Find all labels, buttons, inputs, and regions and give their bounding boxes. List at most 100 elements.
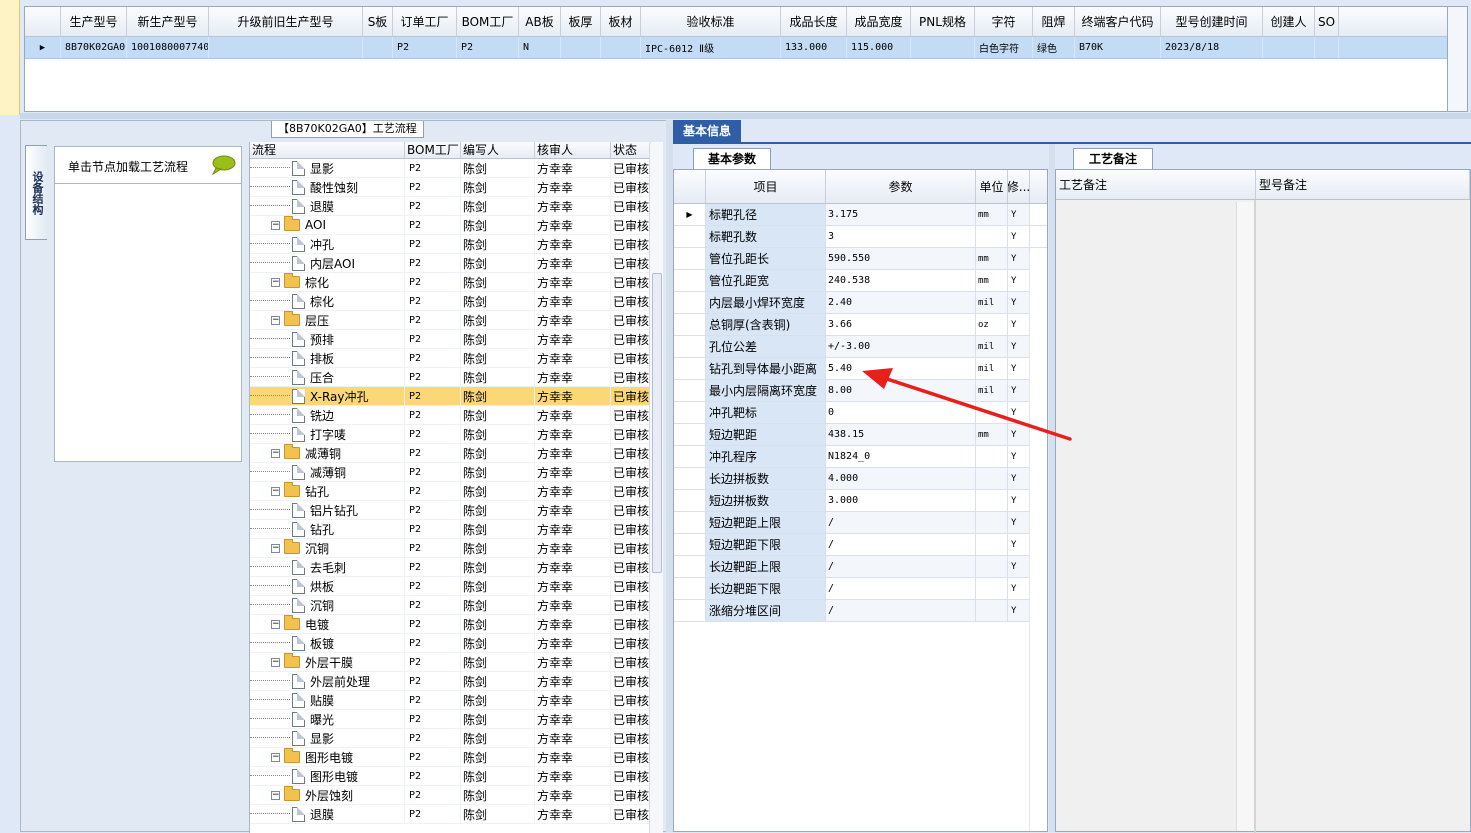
tree-row[interactable]: − AOI P2 陈剑 方幸幸 已审核	[250, 216, 663, 235]
collapse-icon[interactable]: −	[271, 486, 280, 496]
param-row[interactable]: 长边靶距下限 / Y	[674, 578, 1047, 600]
notes-column-header[interactable]: 工艺备注	[1056, 170, 1256, 199]
tree-row[interactable]: 贴膜 P2 陈剑 方幸幸 已审核	[250, 691, 663, 710]
tree-row[interactable]: 退膜 P2 陈剑 方幸幸 已审核	[250, 805, 663, 824]
tree-row[interactable]: 沉铜 P2 陈剑 方幸幸 已审核	[250, 596, 663, 615]
tab-basic-params[interactable]: 基本参数	[693, 148, 771, 169]
param-value[interactable]: 4.000	[826, 468, 976, 489]
tree-row[interactable]: 压合 P2 陈剑 方幸幸 已审核	[250, 368, 663, 387]
column-header[interactable]: 创建人	[1263, 7, 1315, 36]
tree-row[interactable]: 预排 P2 陈剑 方幸幸 已审核	[250, 330, 663, 349]
tree-node[interactable]: − 沉铜	[250, 539, 405, 557]
param-row[interactable]: 短边拼板数 3.000 Y	[674, 490, 1047, 512]
column-header[interactable]: 验收标准	[641, 7, 781, 36]
tree-row[interactable]: 打字唛 P2 陈剑 方幸幸 已审核	[250, 425, 663, 444]
tree-node[interactable]: − 层压	[250, 311, 405, 329]
tree-node[interactable]: 板镀	[250, 634, 405, 652]
param-row[interactable]: 管位孔距宽 240.538 mm Y	[674, 270, 1047, 292]
grid-cell[interactable]	[209, 37, 363, 58]
column-header[interactable]: 型号创建时间	[1161, 7, 1263, 36]
grid-cell[interactable]: P2	[457, 37, 519, 58]
tree-node[interactable]: − 减薄铜	[250, 444, 405, 462]
param-value[interactable]: 8.00	[826, 380, 976, 401]
param-value[interactable]: /	[826, 578, 976, 599]
param-row[interactable]: 最小内层隔离环宽度 8.00 mil Y	[674, 380, 1047, 402]
column-header[interactable]: SO	[1315, 7, 1339, 36]
column-header[interactable]: 终端客户代码	[1075, 7, 1161, 36]
grid-cell[interactable]	[1263, 37, 1315, 58]
tree-row[interactable]: 烘板 P2 陈剑 方幸幸 已审核	[250, 577, 663, 596]
collapse-icon[interactable]: −	[271, 657, 280, 667]
grid-cell[interactable]	[363, 37, 393, 58]
tree-row[interactable]: − 电镀 P2 陈剑 方幸幸 已审核	[250, 615, 663, 634]
column-header[interactable]: BOM工厂	[457, 7, 519, 36]
tree-row[interactable]: 铣边 P2 陈剑 方幸幸 已审核	[250, 406, 663, 425]
tree-node[interactable]: 铣边	[250, 406, 405, 424]
tree-row[interactable]: X-Ray冲孔 P2 陈剑 方幸幸 已审核	[250, 387, 663, 406]
tree-row[interactable]: − 沉铜 P2 陈剑 方幸幸 已审核	[250, 539, 663, 558]
grid-cell[interactable]: N	[519, 37, 561, 58]
notes-scrollbar[interactable]	[1236, 202, 1254, 831]
tree-row[interactable]: 图形电镀 P2 陈剑 方幸幸 已审核	[250, 767, 663, 786]
tree-node[interactable]: 去毛刺	[250, 558, 405, 576]
tree-row[interactable]: 棕化 P2 陈剑 方幸幸 已审核	[250, 292, 663, 311]
collapse-icon[interactable]: −	[271, 790, 280, 800]
collapse-icon[interactable]: −	[271, 315, 280, 325]
collapse-icon[interactable]: −	[271, 448, 280, 458]
tree-node[interactable]: 显影	[250, 729, 405, 747]
tab-equipment-structure[interactable]: 设备结构	[25, 145, 47, 240]
notes-column-header[interactable]: 型号备注	[1256, 170, 1470, 199]
param-row[interactable]: 涨缩分堆区间 / Y	[674, 600, 1047, 622]
tree-node[interactable]: 冲孔	[250, 235, 405, 253]
params-column-header[interactable]: 修...	[1008, 170, 1030, 203]
tree-node[interactable]: 烘板	[250, 577, 405, 595]
tree-row[interactable]: − 层压 P2 陈剑 方幸幸 已审核	[250, 311, 663, 330]
param-value[interactable]: 3	[826, 226, 976, 247]
tree-row[interactable]: 显影 P2 陈剑 方幸幸 已审核	[250, 729, 663, 748]
param-row[interactable]: 管位孔距长 590.550 mm Y	[674, 248, 1047, 270]
column-header[interactable]: 升级前旧生产型号	[209, 7, 363, 36]
param-row[interactable]: 短边靶距 438.15 mm Y	[674, 424, 1047, 446]
param-row[interactable]: 长边靶距上限 / Y	[674, 556, 1047, 578]
param-value[interactable]: /	[826, 534, 976, 555]
tree-node[interactable]: 压合	[250, 368, 405, 386]
tree-node[interactable]: 铝片钻孔	[250, 501, 405, 519]
tree-node[interactable]: − 棕化	[250, 273, 405, 291]
grid-cell[interactable]: 2023/8/18	[1161, 37, 1263, 58]
tree-node[interactable]: 退膜	[250, 805, 405, 823]
tree-node[interactable]: 图形电镀	[250, 767, 405, 785]
param-row[interactable]: 内层最小焊环宽度 2.40 mil Y	[674, 292, 1047, 314]
param-value[interactable]: 0	[826, 402, 976, 423]
param-row[interactable]: 标靶孔数 3 Y	[674, 226, 1047, 248]
grid-cell[interactable]	[1315, 37, 1339, 58]
param-row[interactable]: 孔位公差 +/-3.00 mil Y	[674, 336, 1047, 358]
tree-row[interactable]: 钻孔 P2 陈剑 方幸幸 已审核	[250, 520, 663, 539]
tab-process-notes[interactable]: 工艺备注	[1073, 148, 1153, 169]
param-value[interactable]: 2.40	[826, 292, 976, 313]
tree-node[interactable]: − AOI	[250, 216, 405, 234]
tab-basic-info[interactable]: 基本信息	[673, 120, 741, 143]
tree-node[interactable]: 曝光	[250, 710, 405, 728]
tree-column-header[interactable]: 核审人	[535, 142, 611, 158]
param-value[interactable]: 3.000	[826, 490, 976, 511]
collapse-icon[interactable]: −	[271, 543, 280, 553]
grid-cell[interactable]	[601, 37, 641, 58]
grid-cell[interactable]: 10010800077403	[127, 37, 209, 58]
param-row[interactable]: 短边靶距下限 / Y	[674, 534, 1047, 556]
grid-cell[interactable]: 115.000	[847, 37, 911, 58]
tree-row[interactable]: 显影 P2 陈剑 方幸幸 已审核	[250, 159, 663, 178]
tree-row[interactable]: 酸性蚀刻 P2 陈剑 方幸幸 已审核	[250, 178, 663, 197]
column-header[interactable]: AB板	[519, 7, 561, 36]
workflow-tree-scrollbar[interactable]	[649, 143, 663, 833]
grid-cell[interactable]: 133.000	[781, 37, 847, 58]
tree-row[interactable]: − 外层干膜 P2 陈剑 方幸幸 已审核	[250, 653, 663, 672]
tree-node[interactable]: − 钻孔	[250, 482, 405, 500]
params-column-header[interactable]: 参数	[826, 170, 976, 203]
param-value[interactable]: 3.66	[826, 314, 976, 335]
column-header[interactable]: 新生产型号	[127, 7, 209, 36]
tree-row[interactable]: − 棕化 P2 陈剑 方幸幸 已审核	[250, 273, 663, 292]
grid-cell[interactable]	[911, 37, 975, 58]
tree-node[interactable]: − 外层干膜	[250, 653, 405, 671]
param-value[interactable]: 240.538	[826, 270, 976, 291]
tree-row[interactable]: 外层前处理 P2 陈剑 方幸幸 已审核	[250, 672, 663, 691]
